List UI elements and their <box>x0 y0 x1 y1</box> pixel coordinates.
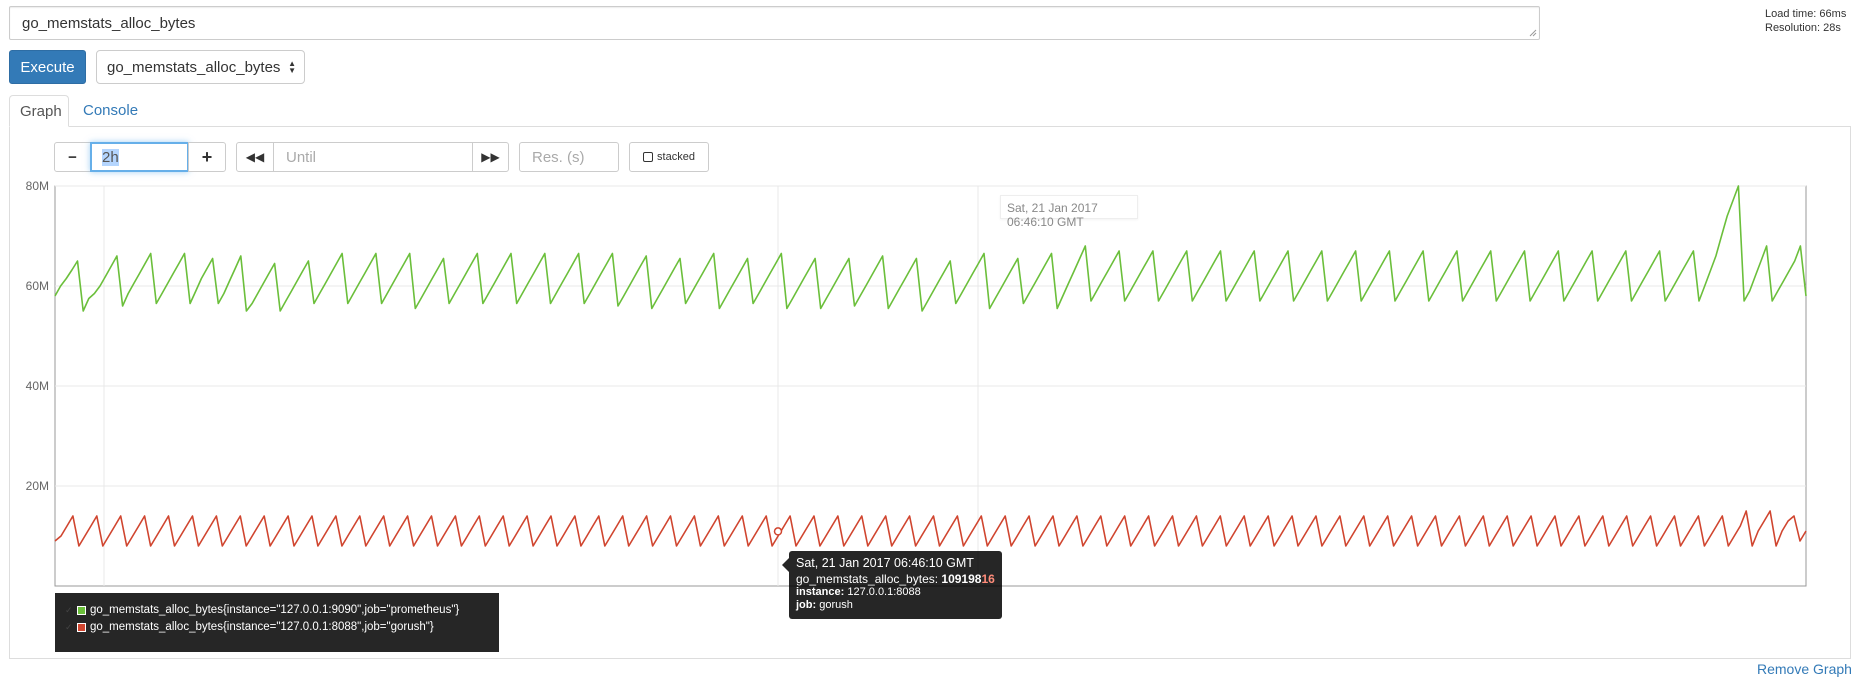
legend-item[interactable]: ✓ go_memstats_alloc_bytes{instance="127.… <box>65 602 489 619</box>
resize-grip-icon[interactable] <box>1529 29 1537 37</box>
tooltip-instance-row: instance: 127.0.0.1:8088 <box>796 586 995 599</box>
legend-label: go_memstats_alloc_bytes{instance="127.0.… <box>90 604 460 616</box>
check-icon: ✓ <box>65 605 73 615</box>
legend-label: go_memstats_alloc_bytes{instance="127.0.… <box>90 621 434 633</box>
load-time: Load time: 66ms <box>1765 8 1847 20</box>
decrease-range-button[interactable]: − <box>54 142 91 172</box>
tooltip-instance-label: instance: <box>796 586 845 598</box>
metric-select[interactable]: go_memstats_alloc_bytes ▲ ▼ <box>96 50 305 84</box>
stacked-toggle[interactable]: stacked <box>629 142 709 172</box>
increase-range-button[interactable]: + <box>188 142 226 172</box>
execute-button[interactable]: Execute <box>9 50 86 84</box>
chart-legend: ✓ go_memstats_alloc_bytes{instance="127.… <box>55 593 499 652</box>
resolution: Resolution: 28s <box>1765 22 1841 34</box>
tooltip-time: Sat, 21 Jan 2017 06:46:10 GMT <box>796 556 974 570</box>
tooltip-value: 109198 <box>941 572 982 586</box>
legend-swatch <box>77 606 86 615</box>
stacked-label: stacked <box>657 151 695 163</box>
tooltip-value-row: go_memstats_alloc_bytes: 10919816 <box>796 573 995 586</box>
legend-swatch <box>77 623 86 632</box>
range-value: 2h <box>102 149 119 166</box>
rewind-button[interactable]: ◀◀ <box>236 142 274 172</box>
tab-console[interactable]: Console <box>73 95 153 127</box>
resolution-placeholder: Res. (s) <box>532 149 585 166</box>
legend-item[interactable]: ✓ go_memstats_alloc_bytes{instance="127.… <box>65 619 489 636</box>
tooltip-arrow <box>782 558 789 572</box>
rewind-icon: ◀◀ <box>245 150 265 164</box>
until-input[interactable]: Until <box>273 142 473 172</box>
until-placeholder: Until <box>286 149 317 166</box>
tooltip-metric-label: go_memstats_alloc_bytes: <box>796 572 942 586</box>
select-arrows-icon: ▲ ▼ <box>288 59 296 75</box>
tooltip-job-value: gorush <box>819 599 853 611</box>
tooltip-instance-value: 127.0.0.1:8088 <box>847 586 921 598</box>
fast-forward-icon: ▶▶ <box>481 150 500 164</box>
tooltip-job-row: job: gorush <box>796 599 995 612</box>
hover-time-label: Sat, 21 Jan 2017 06:46:10 GMT <box>1000 195 1138 229</box>
check-icon: ✓ <box>65 622 73 632</box>
query-stats: Load time: 66ms Resolution: 28s <box>1765 7 1846 35</box>
metric-select-value: go_memstats_alloc_bytes <box>107 59 281 76</box>
range-input[interactable]: 2h <box>90 142 189 172</box>
fast-forward-button[interactable]: ▶▶ <box>472 142 509 172</box>
tooltip-value-highlight: 16 <box>981 572 995 586</box>
point-tooltip: Sat, 21 Jan 2017 06:46:10 GMT go_memstat… <box>789 551 1002 619</box>
tooltip-job-label: job: <box>796 599 817 611</box>
tab-graph[interactable]: Graph <box>9 95 69 127</box>
checkbox-icon <box>643 152 654 162</box>
expression-input[interactable]: go_memstats_alloc_bytes <box>9 6 1540 40</box>
remove-graph-link[interactable]: Remove Graph <box>1757 661 1852 677</box>
resolution-input[interactable]: Res. (s) <box>519 142 619 172</box>
expression-text: go_memstats_alloc_bytes <box>22 15 196 32</box>
